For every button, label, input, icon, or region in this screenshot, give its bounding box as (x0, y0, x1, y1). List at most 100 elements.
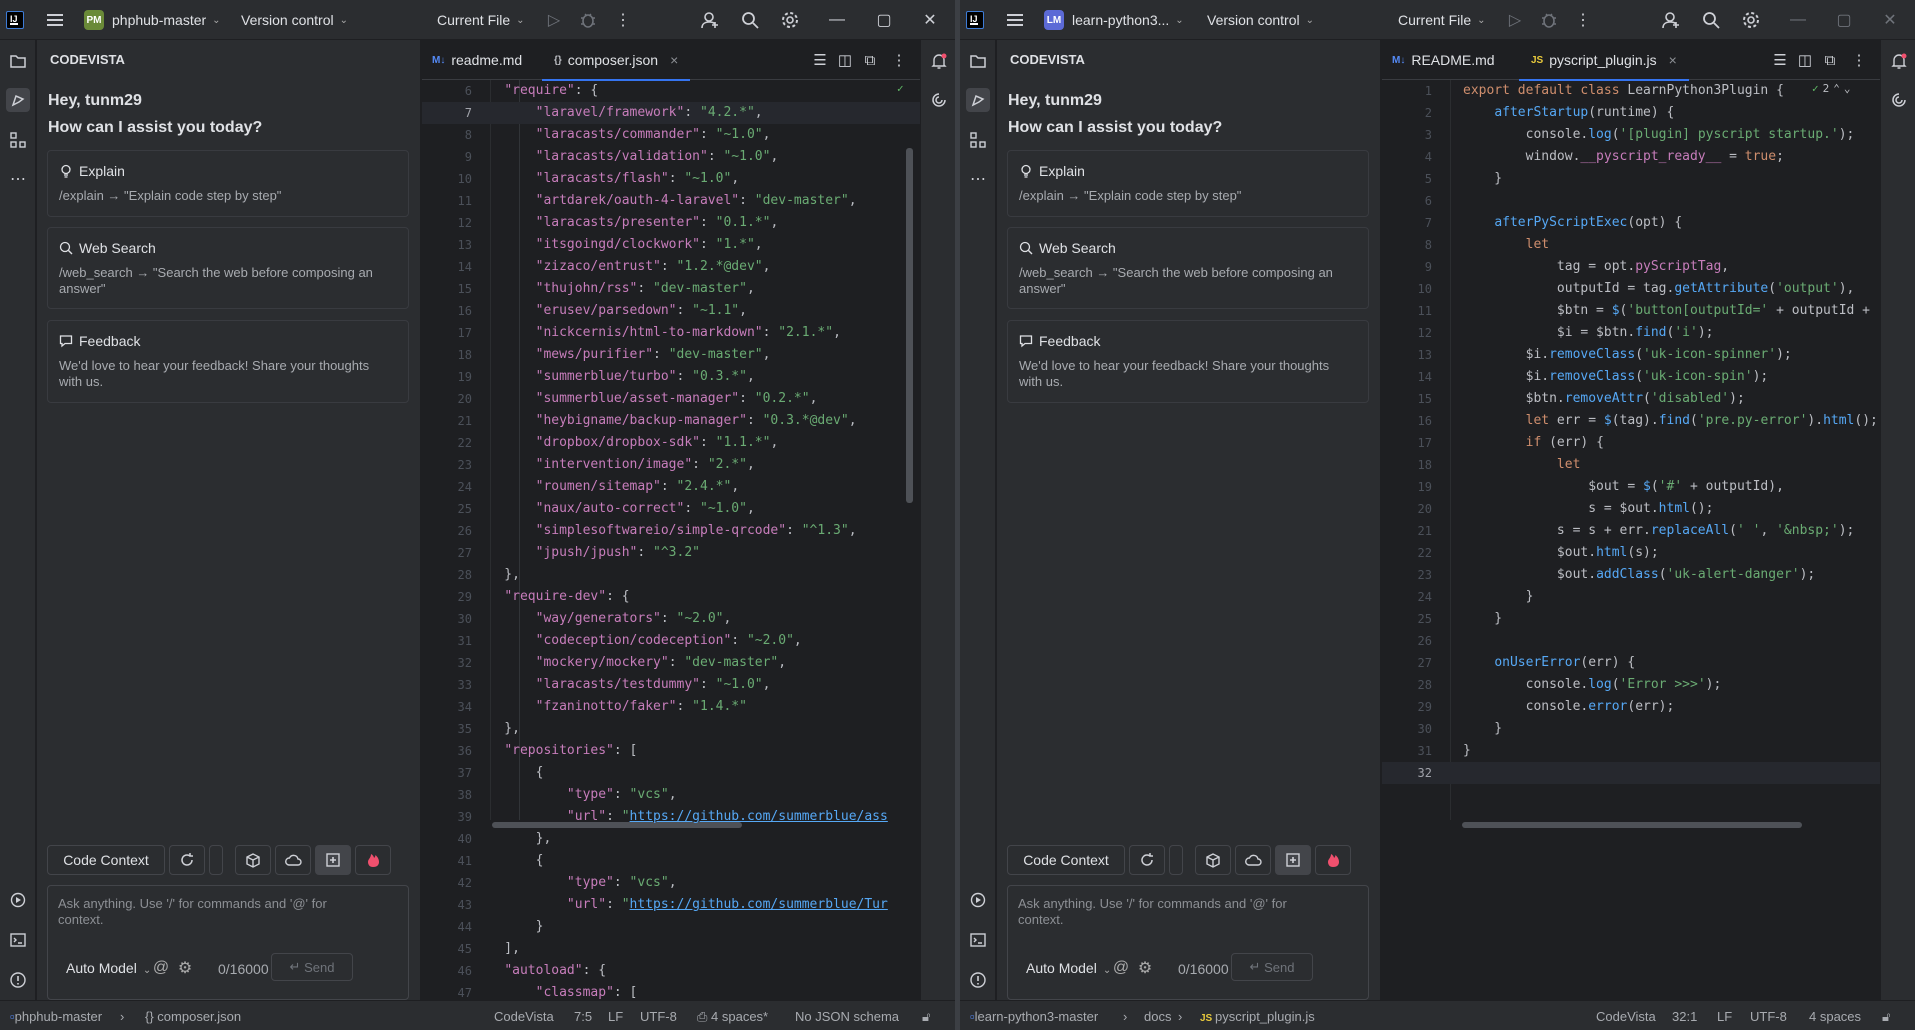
send-button[interactable]: ↵ Send (271, 953, 353, 981)
maximize-icon[interactable]: ▢ (872, 8, 896, 32)
code-context-button[interactable]: Code Context (47, 845, 165, 875)
code-line[interactable]: 10 outputId = tag.getAttribute('output')… (1382, 278, 1880, 300)
problems-icon[interactable] (966, 968, 990, 992)
explain-card[interactable]: Explain /explain → "Explain code step by… (1007, 150, 1369, 217)
code-line[interactable]: 32 "mockery/mockery": "dev-master", (422, 652, 920, 674)
code-line[interactable]: 1 export default class LearnPython3Plugin… (1382, 80, 1880, 102)
code-line[interactable]: 18 "mews/purifier": "dev-master", (422, 344, 920, 366)
code-line[interactable]: 28 console.log('Error >>>'); (1382, 674, 1880, 696)
sparkle-settings-icon[interactable]: ⚙ (174, 957, 196, 979)
model-selector[interactable]: Auto Model ⌄ (66, 960, 151, 976)
code-line[interactable]: 43 "url": "https://github.com/summerblue… (422, 894, 920, 916)
code-line[interactable]: 34 "fzaninotto/faker": "1.4.*" (422, 696, 920, 718)
code-line[interactable]: 11 $btn = $('button[outputId=' + outputI… (1382, 300, 1880, 322)
code-line[interactable]: 13 $i.removeClass('uk-icon-spinner'); (1382, 344, 1880, 366)
tab-list-icon[interactable]: ☰ (810, 50, 830, 70)
code-line[interactable]: 12 "laracasts/presenter": "0.1.*", (422, 212, 920, 234)
code-line[interactable]: 8 "laracasts/commander": "~1.0", (422, 124, 920, 146)
split-view-icon[interactable]: ◫ (1795, 50, 1815, 70)
code-line[interactable]: 19 $out = $('#' + outputId), (1382, 476, 1880, 498)
code-line[interactable]: 20 "summerblue/asset-manager": "0.2.*", (422, 388, 920, 410)
code-line[interactable]: 47 "classmap": [ (422, 982, 920, 1000)
fire-icon[interactable] (355, 845, 391, 875)
close-window-icon[interactable]: ✕ (918, 8, 942, 32)
chat-input[interactable] (1018, 896, 1318, 941)
more-tools-icon[interactable]: ⋯ (966, 167, 990, 191)
code-line[interactable]: 15 $btn.removeAttr('disabled'); (1382, 388, 1880, 410)
code-line[interactable]: 24 } (1382, 586, 1880, 608)
code-line[interactable]: 33 "laracasts/testdummy": "~1.0", (422, 674, 920, 696)
code-line[interactable]: 30 "way/generators": "~2.0", (422, 608, 920, 630)
explain-card[interactable]: Explain /explain → "Explain code step by… (47, 150, 409, 217)
close-tab-icon[interactable]: × (670, 52, 678, 68)
code-line[interactable]: 15 "thujohn/rss": "dev-master", (422, 278, 920, 300)
editor-more-icon[interactable]: ⋮ (1849, 50, 1869, 70)
tab-readme[interactable]: M↓ README.md (1392, 40, 1495, 80)
send-button[interactable]: ↵ Send (1231, 953, 1313, 981)
run-icon[interactable]: ▷ (542, 8, 566, 32)
code-area[interactable]: ✓ 6 "require": {7 "laravel/framework": "… (422, 80, 920, 1000)
lock-icon[interactable]: 🔓︎ (1882, 1009, 1890, 1025)
code-line[interactable]: 21 s = s + err.replaceAll(' ', '&nbsp;')… (1382, 520, 1880, 542)
preview-icon[interactable]: ⧉ (860, 50, 880, 70)
close-window-icon[interactable]: ✕ (1878, 8, 1902, 32)
split-view-icon[interactable]: ◫ (835, 50, 855, 70)
code-line[interactable]: 16 let err = $(tag).find('pre.py-error')… (1382, 410, 1880, 432)
ai-assistant-icon[interactable] (1887, 88, 1911, 112)
search-icon[interactable] (738, 8, 762, 32)
code-line[interactable]: 41 { (422, 850, 920, 872)
preview-icon[interactable]: ⧉ (1820, 50, 1840, 70)
code-line[interactable]: 23 "intervention/image": "2.*", (422, 454, 920, 476)
code-line[interactable]: 14 "zizaco/entrust": "1.2.*@dev", (422, 256, 920, 278)
code-line[interactable]: 38 "type": "vcs", (422, 784, 920, 806)
main-menu-icon[interactable] (1006, 11, 1024, 29)
structure-icon[interactable] (966, 128, 990, 152)
ai-assistant-icon[interactable] (927, 88, 951, 112)
code-line[interactable]: 22 "dropbox/dropbox-sdk": "1.1.*", (422, 432, 920, 454)
app-logo-icon[interactable]: IJ (6, 11, 24, 29)
chat-input[interactable] (58, 896, 358, 941)
code-line[interactable]: 26 "simplesoftwareio/simple-qrcode": "^1… (422, 520, 920, 542)
tab-list-icon[interactable]: ☰ (1770, 50, 1790, 70)
project-folder-icon[interactable] (6, 49, 30, 73)
code-line[interactable]: 19 "summerblue/turbo": "0.3.*", (422, 366, 920, 388)
problems-icon[interactable] (6, 968, 30, 992)
code-context-button[interactable]: Code Context (1007, 845, 1125, 875)
code-line[interactable]: 44 } (422, 916, 920, 938)
cloud-icon[interactable] (275, 845, 311, 875)
code-line[interactable]: 6 (1382, 190, 1880, 212)
status-schema[interactable]: No JSON schema (795, 1009, 899, 1024)
code-line[interactable]: 37 { (422, 762, 920, 784)
box-icon[interactable] (1195, 845, 1231, 875)
status-file[interactable]: {} composer.json (145, 1009, 241, 1024)
code-line[interactable]: 14 $i.removeClass('uk-icon-spin'); (1382, 366, 1880, 388)
vcs-menu[interactable]: Version control ⌄ (1207, 0, 1314, 40)
code-line[interactable]: 7 "laravel/framework": "4.2.*", (422, 102, 920, 124)
maximize-icon[interactable]: ▢ (1832, 8, 1856, 32)
code-line[interactable]: 16 "erusev/parsedown": "~1.1", (422, 300, 920, 322)
project-folder-icon[interactable] (966, 49, 990, 73)
search-icon[interactable] (1699, 8, 1723, 32)
vcs-menu[interactable]: Version control ⌄ (241, 0, 348, 40)
minimize-icon[interactable]: — (1786, 8, 1810, 32)
new-chat-icon[interactable] (1275, 845, 1311, 875)
project-selector[interactable]: PM phphub-master ⌄ (84, 0, 221, 40)
codevista-icon[interactable] (966, 88, 990, 112)
refresh-icon[interactable] (169, 845, 205, 875)
code-line[interactable]: 17 if (err) { (1382, 432, 1880, 454)
settings-gear-icon[interactable] (778, 8, 802, 32)
sparkle-settings-icon[interactable]: ⚙ (1134, 957, 1156, 979)
run-config-selector[interactable]: Current File ⌄ (1398, 0, 1486, 40)
status-indent[interactable]: ⎙ 4 spaces* (697, 1009, 768, 1025)
code-line[interactable]: 29 console.error(err); (1382, 696, 1880, 718)
lock-icon[interactable]: 🔓︎ (922, 1009, 930, 1025)
code-line[interactable]: 7 afterPyScriptExec(opt) { (1382, 212, 1880, 234)
fire-icon[interactable] (1315, 845, 1351, 875)
status-line-ending[interactable]: LF (1717, 1009, 1732, 1024)
code-line[interactable]: 9 tag = opt.pyScriptTag, (1382, 256, 1880, 278)
code-line[interactable]: 42 "type": "vcs", (422, 872, 920, 894)
status-cursor-position[interactable]: 7:5 (574, 1009, 592, 1024)
status-encoding[interactable]: UTF-8 (640, 1009, 677, 1024)
tab-readme[interactable]: M↓ readme.md (432, 40, 522, 80)
code-line[interactable]: 31} (1382, 740, 1880, 762)
